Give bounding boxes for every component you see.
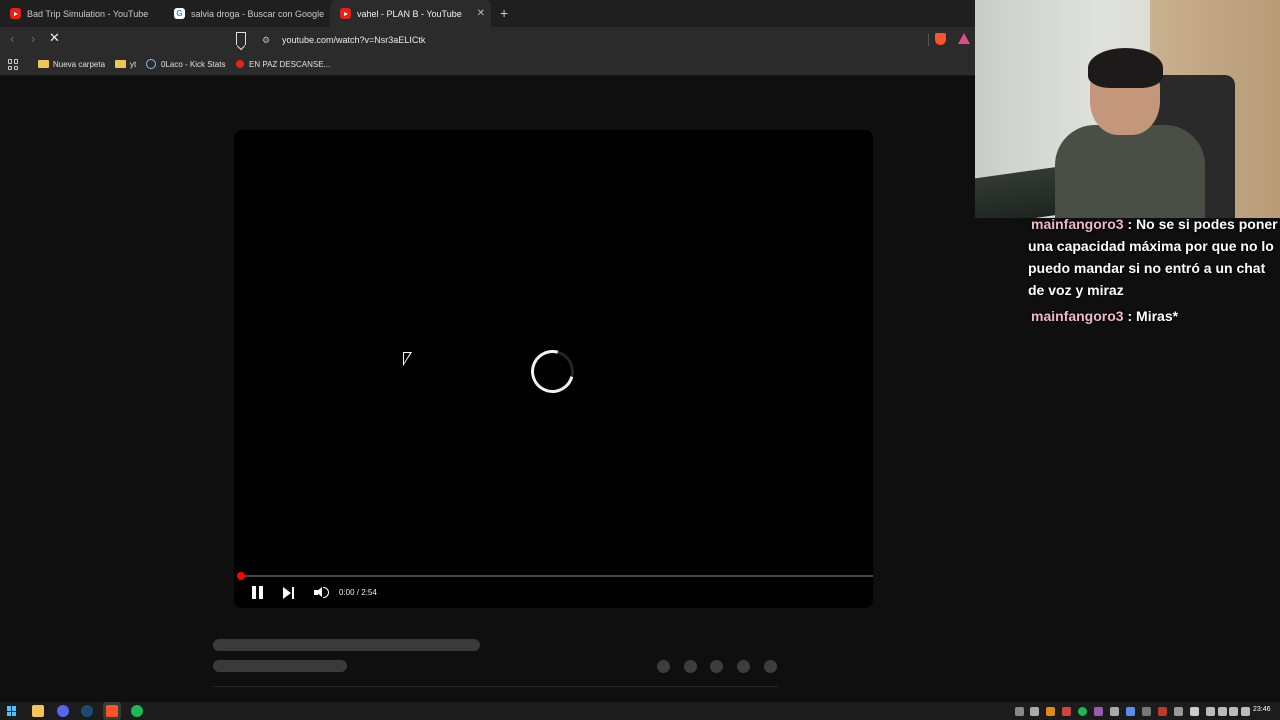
divider (213, 686, 778, 687)
bookmark-yt[interactable]: yt (115, 58, 136, 70)
volume-wave (323, 587, 329, 598)
app-icon[interactable] (1046, 707, 1055, 716)
youtube-icon (340, 8, 351, 19)
channel-skeleton (213, 660, 347, 672)
chat-message: mainfangoro3 : No se si podes poner una … (1028, 213, 1280, 301)
action-skeleton (764, 660, 777, 673)
mouse-cursor-icon (403, 352, 412, 366)
browser-window: Bad Trip Simulation - YouTube G salvia d… (0, 0, 975, 702)
browser-toolbar: ‹ › ✕ ⚙ youtube.com/watch?v=Nsr3aELICtk (0, 27, 975, 52)
bookmark-label: yt (130, 59, 137, 69)
progress-scrubber[interactable] (237, 572, 245, 580)
bookmark-kick-stats[interactable]: 0Laco - Kick Stats (146, 58, 225, 70)
toolbar-divider (928, 34, 929, 46)
app-icon[interactable] (1190, 707, 1199, 716)
app-icon[interactable] (1126, 707, 1135, 716)
app-icon[interactable] (1142, 707, 1151, 716)
tab-bad-trip[interactable]: Bad Trip Simulation - YouTube (0, 0, 163, 27)
chevron-up-icon[interactable] (1015, 707, 1024, 716)
chat-separator: : (1123, 216, 1137, 232)
tab-title: salvia droga - Buscar con Google (191, 8, 325, 19)
player-controls: 0:00 / 2:54 (234, 582, 873, 608)
controller-icon[interactable] (1030, 707, 1039, 716)
stream-chat: mainfangoro3 : No se si podes poner una … (1028, 213, 1280, 331)
tab-strip: Bad Trip Simulation - YouTube G salvia d… (0, 0, 975, 27)
app-icon[interactable] (1174, 707, 1183, 716)
chat-username: mainfangoro3 (1031, 308, 1124, 324)
title-skeleton (213, 639, 480, 651)
youtube-icon (236, 60, 244, 68)
tab-title: vahel - PLAN B - YouTube (357, 8, 462, 19)
webcam-overlay (975, 0, 1280, 218)
bookmark-icon[interactable] (236, 32, 246, 45)
brave-rewards-icon[interactable] (958, 33, 970, 44)
action-skeleton (737, 660, 750, 673)
spotify-icon[interactable] (131, 705, 143, 717)
webcam-person-hair (1088, 48, 1163, 88)
discord-icon[interactable] (57, 705, 69, 717)
steam-icon[interactable] (81, 705, 93, 717)
tab-plan-b[interactable]: vahel - PLAN B - YouTube ✕ (330, 0, 491, 27)
video-player[interactable]: 0:00 / 2:54 (234, 130, 873, 608)
progress-bar[interactable] (240, 575, 873, 577)
site-info-icon[interactable]: ⚙ (262, 35, 272, 45)
volume-icon[interactable] (1241, 707, 1250, 716)
folder-icon (115, 60, 126, 68)
webcam-person-body (1055, 125, 1205, 218)
action-skeleton (684, 660, 697, 673)
bookmark-en-paz-descanse[interactable]: EN PAZ DESCANSE... (236, 58, 330, 70)
apps-grid-icon[interactable] (8, 59, 19, 70)
brave-browser-icon[interactable] (106, 705, 118, 717)
spotify-icon[interactable] (1078, 707, 1087, 716)
kick-stats-icon (146, 59, 156, 69)
youtube-icon (10, 8, 21, 19)
stop-loading-button[interactable]: ✕ (49, 30, 60, 46)
brave-shields-icon[interactable] (935, 33, 946, 45)
app-icon[interactable] (1094, 707, 1103, 716)
time-display: 0:00 / 2:54 (339, 588, 377, 597)
network-icon[interactable] (1206, 707, 1215, 716)
url-text: youtube.com/watch?v=Nsr3aELICtk (282, 34, 426, 45)
folder-icon (38, 60, 49, 68)
google-icon: G (174, 8, 185, 19)
bookmark-nueva-carpeta[interactable]: Nueva carpeta (38, 58, 105, 70)
back-button[interactable]: ‹ (10, 31, 14, 46)
new-tab-button[interactable]: + (500, 5, 508, 21)
chat-username: mainfangoro3 (1031, 216, 1124, 232)
bookmark-label: 0Laco - Kick Stats (161, 59, 226, 69)
app-icon[interactable] (1062, 707, 1071, 716)
loading-spinner-icon (523, 342, 582, 401)
close-tab-icon[interactable]: ✕ (477, 8, 485, 19)
screen: Bad Trip Simulation - YouTube G salvia d… (0, 0, 1280, 720)
action-skeleton (657, 660, 670, 673)
taskbar: 23:46 (0, 702, 1280, 720)
system-clock[interactable]: 23:46 (1253, 706, 1271, 713)
chat-message: mainfangoro3 : Miras* (1028, 305, 1280, 327)
tab-salvia-search[interactable]: G salvia droga - Buscar con Google (164, 0, 330, 27)
bookmarks-bar: Nueva carpeta yt 0Laco - Kick Stats EN P… (0, 52, 975, 76)
tab-title: Bad Trip Simulation - YouTube (27, 8, 149, 19)
steam-icon[interactable] (1110, 707, 1119, 716)
bookmark-label: EN PAZ DESCANSE... (249, 59, 331, 69)
battery-icon[interactable] (1218, 707, 1227, 716)
file-explorer-icon[interactable] (32, 705, 44, 717)
chat-text: Miras* (1136, 308, 1179, 324)
address-bar[interactable]: ⚙ youtube.com/watch?v=Nsr3aELICtk (256, 29, 926, 50)
next-button[interactable] (283, 587, 295, 599)
forward-button[interactable]: › (31, 31, 35, 46)
microphone-icon[interactable] (1229, 707, 1238, 716)
action-skeleton (710, 660, 723, 673)
pause-button[interactable] (252, 586, 264, 599)
chat-separator: : (1123, 308, 1137, 324)
bookmark-label: Nueva carpeta (53, 59, 106, 69)
windows-start-icon[interactable] (7, 706, 17, 716)
app-icon[interactable] (1158, 707, 1167, 716)
